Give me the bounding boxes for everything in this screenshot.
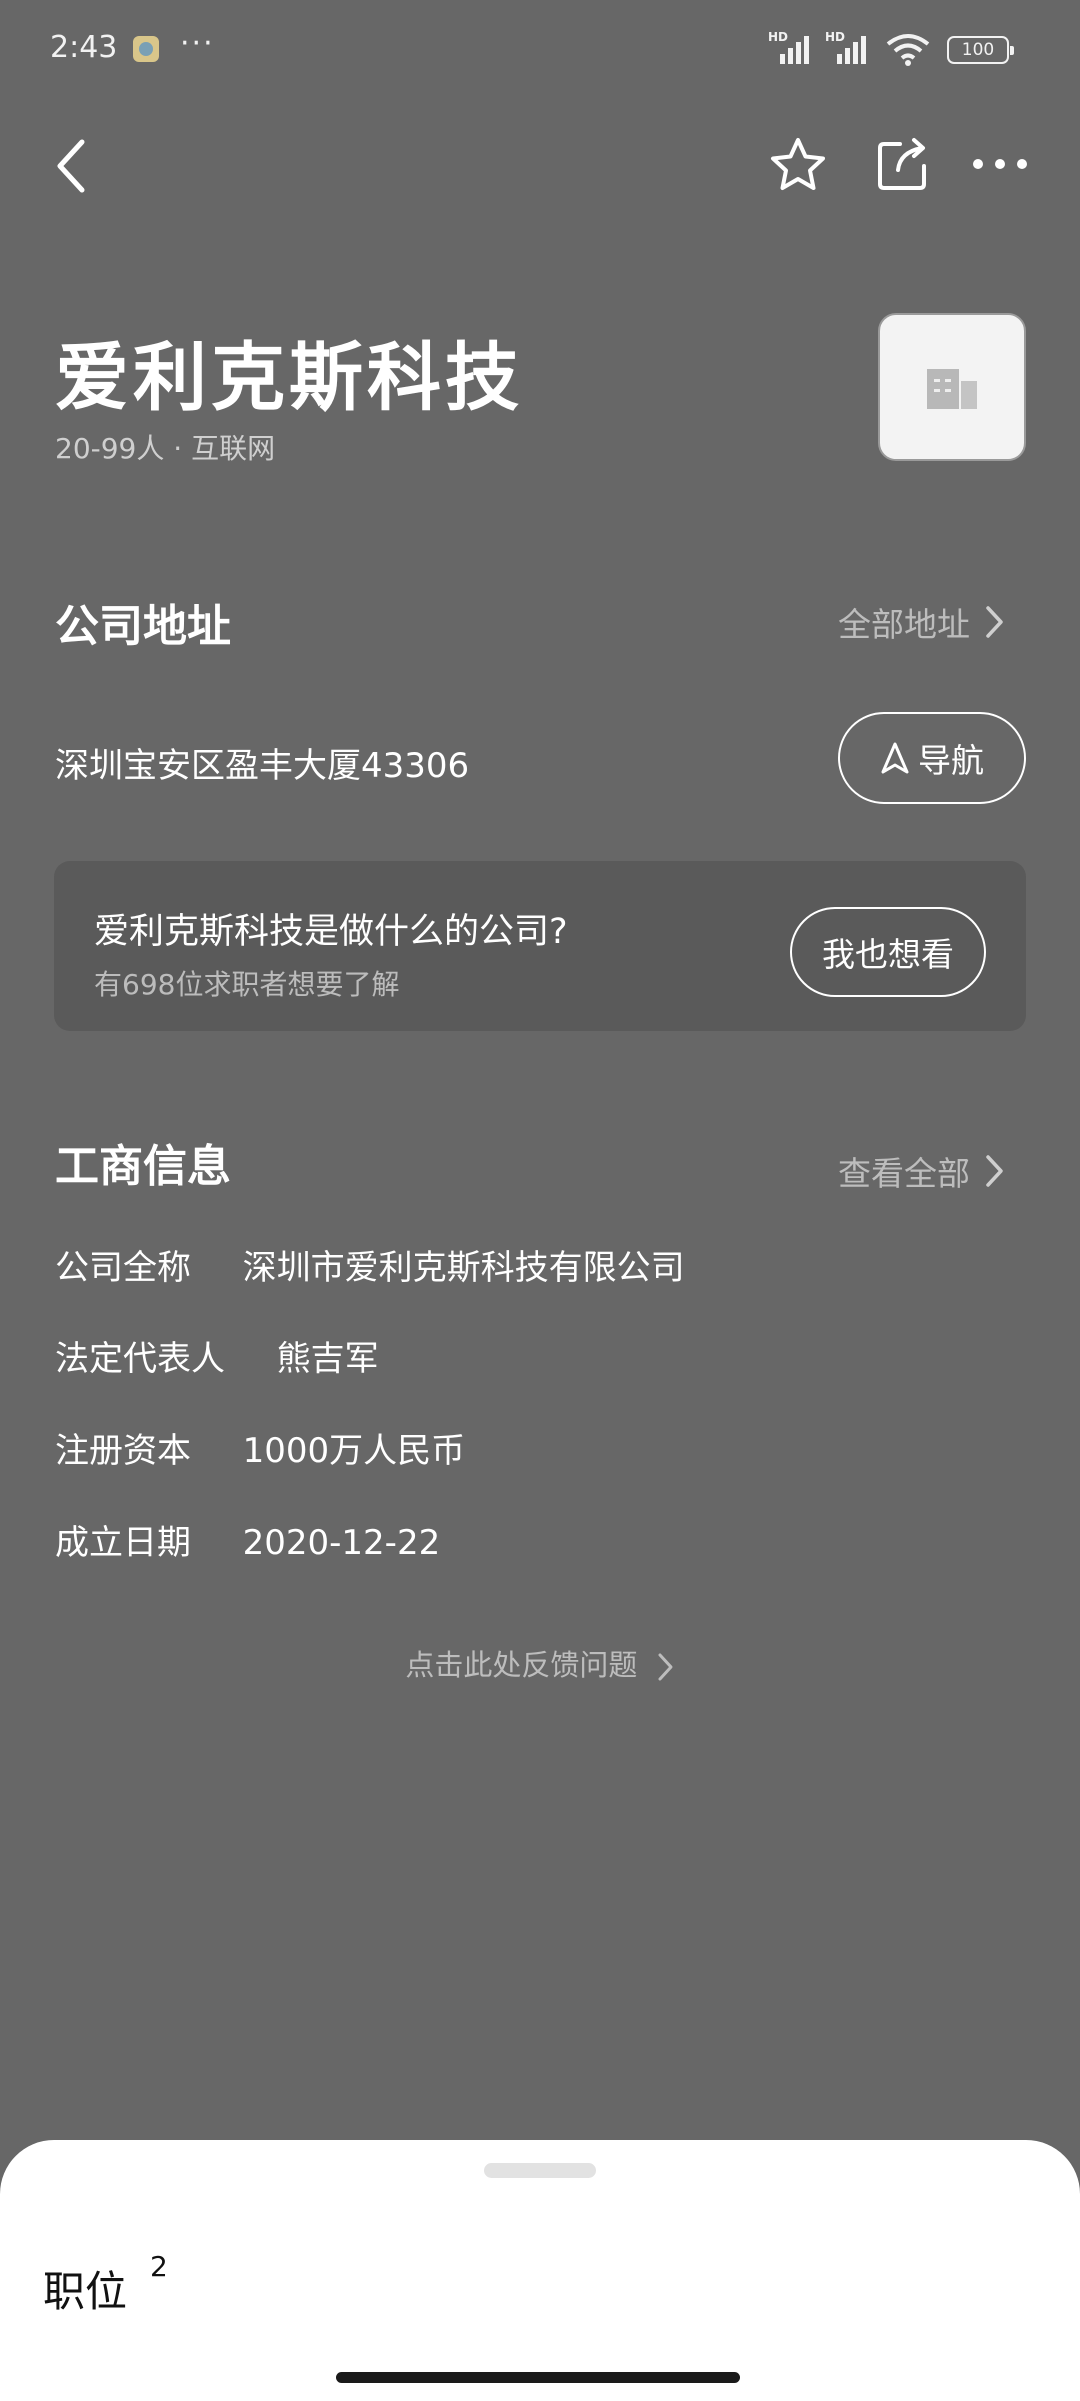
view-all-label: 查看全部	[838, 1154, 970, 1193]
company-question-card: 爱利克斯科技是做什么的公司? 有698位求职者想要了解 我也想看	[54, 861, 1026, 1031]
business-info-title: 工商信息	[55, 1141, 231, 1192]
info-value: 深圳市爱利克斯科技有限公司	[242, 1248, 685, 1288]
sheet-drag-handle[interactable]	[484, 2163, 596, 2178]
company-meta: 20-99人 · 互联网	[55, 432, 276, 465]
home-indicator[interactable]	[336, 2372, 740, 2383]
info-label: 注册资本	[55, 1431, 191, 1471]
feedback-label: 点击此处反馈问题	[405, 1648, 638, 1682]
info-row-founded: 成立日期 2020-12-22	[55, 1515, 440, 1564]
status-more-dots: ···	[180, 26, 215, 61]
company-logo[interactable]	[878, 313, 1026, 461]
chevron-right-icon	[986, 606, 1003, 638]
chevron-right-icon	[658, 1653, 673, 1681]
company-address: 深圳宝安区盈丰大厦43306	[55, 746, 470, 786]
share-icon[interactable]	[876, 136, 930, 192]
address-section-title: 公司地址	[55, 601, 231, 652]
app-notification-icon	[133, 36, 159, 62]
more-icon[interactable]	[972, 156, 1028, 172]
info-label: 公司全称	[55, 1248, 191, 1288]
feedback-link[interactable]: 点击此处反馈问题	[0, 1642, 1080, 1684]
status-time: 2:43	[50, 30, 118, 65]
all-addresses-label: 全部地址	[838, 605, 970, 644]
company-question-subtitle: 有698位求职者想要了解	[94, 968, 400, 1001]
jobs-title: 职位	[43, 2267, 128, 2316]
info-row-capital: 注册资本 1000万人民币	[55, 1423, 465, 1472]
info-value: 2020-12-22	[242, 1523, 441, 1563]
info-label: 成立日期	[55, 1523, 191, 1563]
chevron-right-icon	[986, 1155, 1003, 1187]
company-question: 爱利克斯科技是做什么的公司?	[94, 912, 568, 952]
building-icon	[927, 369, 977, 409]
battery-icon: 100	[947, 36, 1014, 64]
info-value: 1000万人民币	[242, 1431, 466, 1471]
info-label: 法定代表人	[55, 1339, 225, 1379]
company-name: 爱利克斯科技	[55, 335, 523, 421]
view-all-link[interactable]: 查看全部	[838, 1147, 1006, 1195]
jobs-count: 2	[150, 2250, 168, 2283]
star-icon[interactable]	[768, 136, 828, 194]
info-value: 熊吉军	[276, 1339, 379, 1379]
wifi-icon	[886, 34, 930, 66]
want-to-see-button[interactable]: 我也想看	[790, 907, 986, 997]
info-row-full-name: 公司全称 深圳市爱利克斯科技有限公司	[55, 1240, 685, 1289]
all-addresses-link[interactable]: 全部地址	[838, 598, 1006, 646]
navigation-button-label: 导航	[918, 741, 984, 780]
navigation-arrow-icon	[881, 742, 909, 774]
info-row-legal-rep: 法定代表人 熊吉军	[55, 1331, 379, 1380]
back-arrow-icon[interactable]	[52, 138, 92, 194]
navigation-button[interactable]: 导航	[838, 712, 1026, 804]
